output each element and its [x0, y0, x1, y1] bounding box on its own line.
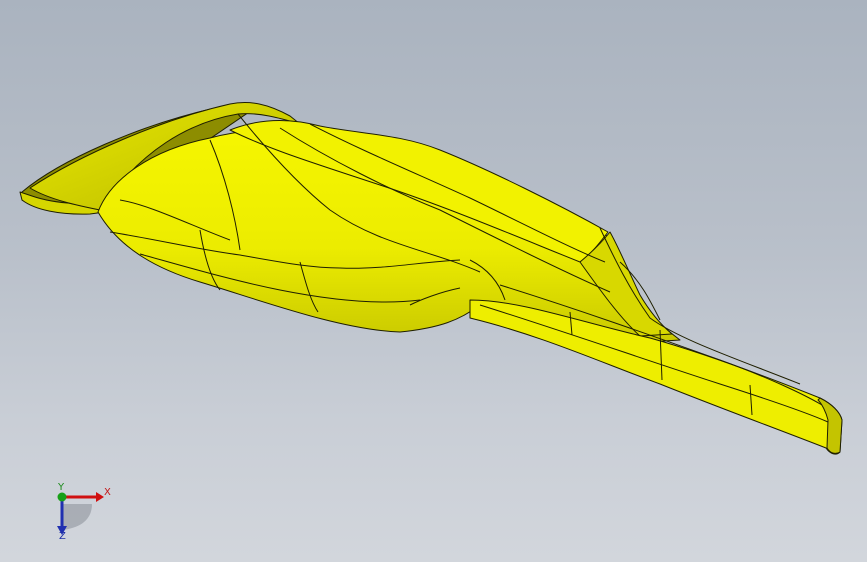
model-canvas[interactable] [0, 0, 867, 562]
z-axis-label: Z [59, 531, 66, 542]
graphics-viewport[interactable]: X Y Z [0, 0, 867, 562]
axis-triad[interactable]: X Y Z [40, 478, 120, 548]
y-axis-label: Y [58, 482, 65, 493]
x-axis-arrowhead [96, 492, 104, 502]
x-axis-label: X [104, 487, 111, 498]
model-part[interactable] [19, 102, 843, 455]
y-axis-arrow [57, 492, 67, 502]
